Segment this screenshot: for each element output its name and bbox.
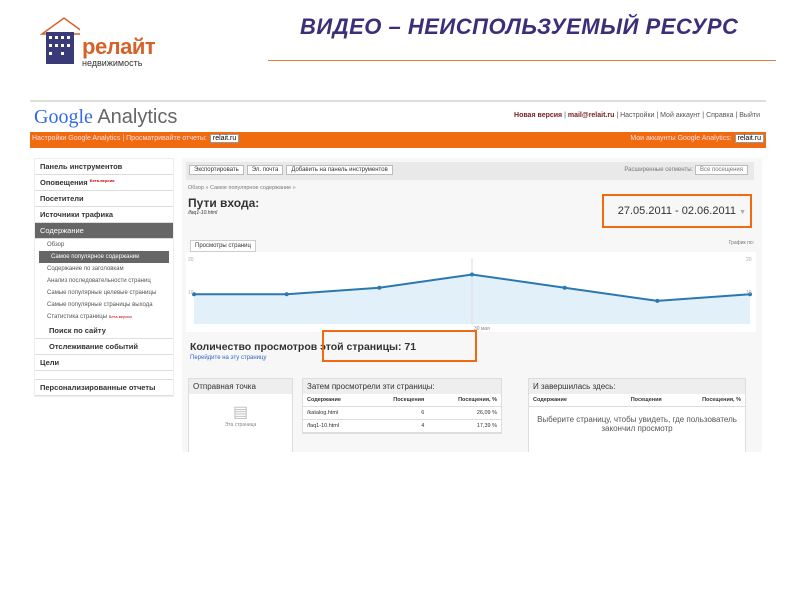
start-point-panel: Отправная точка ▤ Эта страница (188, 378, 293, 452)
logout-link[interactable]: Выйти (739, 112, 760, 119)
col-header: Посещения, % (665, 394, 745, 407)
my-accounts-label: Мои аккаунты Google Analytics: (630, 135, 732, 142)
new-version-link[interactable]: Новая версия (514, 112, 562, 119)
chart-metric-tab[interactable]: Просмотры страниц (190, 240, 256, 252)
logo-sub: недвижимость (82, 58, 143, 68)
sidebar-sub-overview[interactable]: Обзор (35, 239, 173, 251)
pageviews-chart: 10 1020 2030 мая (186, 252, 756, 332)
site-select[interactable]: relait.ru (209, 134, 240, 143)
sidebar-item-goals[interactable]: Цели (35, 355, 173, 371)
ga-settings-link[interactable]: Настройки Google Analytics (32, 135, 120, 142)
next-pages-title: Затем просмотрели эти страницы: (303, 379, 501, 394)
beta-badge: Бета-версия (108, 314, 132, 319)
chart-point (284, 292, 289, 297)
email-button[interactable]: Эл. почта (246, 165, 284, 175)
orange-nav-bar: Настройки Google Analytics | Просматрива… (30, 132, 766, 148)
analytics-screenshot: Google Analytics Новая версия | mail@rel… (30, 100, 766, 452)
sidebar-sub-top-content[interactable]: Самое популярное содержание (39, 251, 169, 263)
relait-logo: релайт недвижимость (40, 16, 170, 68)
cell: /katalog.html (303, 406, 368, 420)
cell: 17,39 % (428, 419, 501, 433)
start-caption: Эта страница (224, 422, 257, 428)
col-header: Посещения, % (428, 394, 501, 407)
col-header: Содержание (303, 394, 368, 407)
date-range: 27.05.2011 - 02.06.2011 (617, 205, 736, 217)
google-analytics-logo: Google Analytics (34, 106, 178, 128)
chart-point (470, 272, 474, 277)
main-content: Экспортировать Эл. почта Добавить на панел… (182, 158, 762, 452)
table-row[interactable]: /faq1-10.html 4 17,39 % (303, 419, 501, 433)
logo-name: релайт (82, 34, 156, 59)
sidebar-item-label: Оповещения (40, 178, 88, 187)
segment-select[interactable]: Все посещения (694, 165, 748, 175)
page-subtitle: /faq1-10.html (188, 210, 218, 216)
start-point-title: Отправная точка (189, 379, 292, 394)
slide-title: ВИДЕО – НЕИСПОЛЬЗУЕМЫЙ РЕСУРС (300, 14, 739, 39)
table-row[interactable]: /katalog.html 6 26,09 % (303, 406, 501, 420)
cell: /faq1-10.html (303, 419, 368, 433)
y-tick-label-left: 20 (188, 257, 194, 263)
chart-point (562, 285, 567, 290)
sidebar-item-site-search[interactable]: Поиск по сайту (35, 323, 173, 339)
page-icon: ▤ (232, 404, 249, 421)
col-header: Посещения (367, 394, 429, 407)
account-select[interactable]: relait.ru (734, 134, 764, 143)
col-header: Посещения (599, 394, 666, 407)
top-links: Новая версия | mail@relait.ru | Настройк… (514, 112, 760, 119)
page-title: Пути входа: (188, 196, 260, 210)
chart-point (377, 285, 382, 290)
account-link[interactable]: Мой аккаунт (660, 112, 700, 119)
exit-pages-title: И завершилась здесь: (529, 379, 745, 394)
sidebar-item-dashboard[interactable]: Панель инструментов (35, 159, 173, 175)
sidebar-sub-landing[interactable]: Самые популярные целевые страницы (35, 287, 173, 299)
sidebar-sub-page-stats[interactable]: Статистика страницы Бета-версия (35, 311, 173, 323)
segments-label: Расширенные сегменты: (624, 167, 694, 173)
y-tick-label-left: 10 (188, 290, 194, 296)
sidebar-item-traffic[interactable]: Источники трафика (35, 207, 173, 223)
graph-by-label: График по: (728, 240, 754, 246)
cell: 4 (367, 419, 429, 433)
chevron-down-icon: ▼ (739, 209, 746, 216)
exit-message: Выберите страницу, чтобы увидеть, где по… (537, 415, 737, 433)
sidebar-sub-navigation[interactable]: Анализ последовательности страниц (35, 275, 173, 287)
settings-link[interactable]: Настройки (620, 112, 654, 119)
sidebar-item-events[interactable]: Отслеживание событий (35, 339, 173, 355)
toolbar: Экспортировать Эл. почта Добавить на панел… (186, 162, 754, 180)
y-tick-label-right: 10 (746, 290, 752, 296)
date-range-picker[interactable]: 27.05.2011 - 02.06.2011 ▼ (602, 194, 752, 228)
next-pages-panel: Затем просмотрели эти страницы: Содержан… (302, 378, 502, 434)
beta-badge: Бета-версия (89, 178, 115, 183)
highlight-box (322, 330, 477, 362)
sidebar: Панель инструментов Оповещения Бета-верс… (34, 158, 174, 397)
sidebar-item-alerts[interactable]: Оповещения Бета-версия (35, 175, 173, 191)
help-link[interactable]: Справка (706, 112, 733, 119)
goto-page-link[interactable]: Перейдите на эту страницу (190, 355, 266, 361)
col-header: Содержание (529, 394, 600, 407)
chart-point (655, 298, 660, 303)
sidebar-item-visitors[interactable]: Посетители (35, 191, 173, 207)
sidebar-item-custom-reports[interactable]: Персонализированные отчеты (35, 379, 173, 396)
y-tick-label-right: 20 (746, 257, 752, 263)
view-reports-label: Просматривайте отчеты: (126, 135, 207, 142)
title-divider (268, 60, 776, 61)
add-dashboard-button[interactable]: Добавить на панель инструментов (286, 165, 393, 175)
breadcrumb[interactable]: Обзор » Самое популярное содержание » (188, 185, 296, 191)
sidebar-sub-by-title[interactable]: Содержание по заголовкам (35, 263, 173, 275)
export-button[interactable]: Экспортировать (189, 165, 244, 175)
sidebar-item-label: Статистика страницы (47, 314, 108, 320)
cell: 6 (367, 406, 429, 420)
sidebar-sub-exit[interactable]: Самые популярные страницы выхода (35, 299, 173, 311)
email: mail@relait.ru (567, 112, 615, 119)
cell: 26,09 % (428, 406, 501, 420)
exit-pages-panel: И завершилась здесь: Содержание Посещения… (528, 378, 746, 452)
sidebar-item-content[interactable]: Содержание (35, 223, 173, 239)
